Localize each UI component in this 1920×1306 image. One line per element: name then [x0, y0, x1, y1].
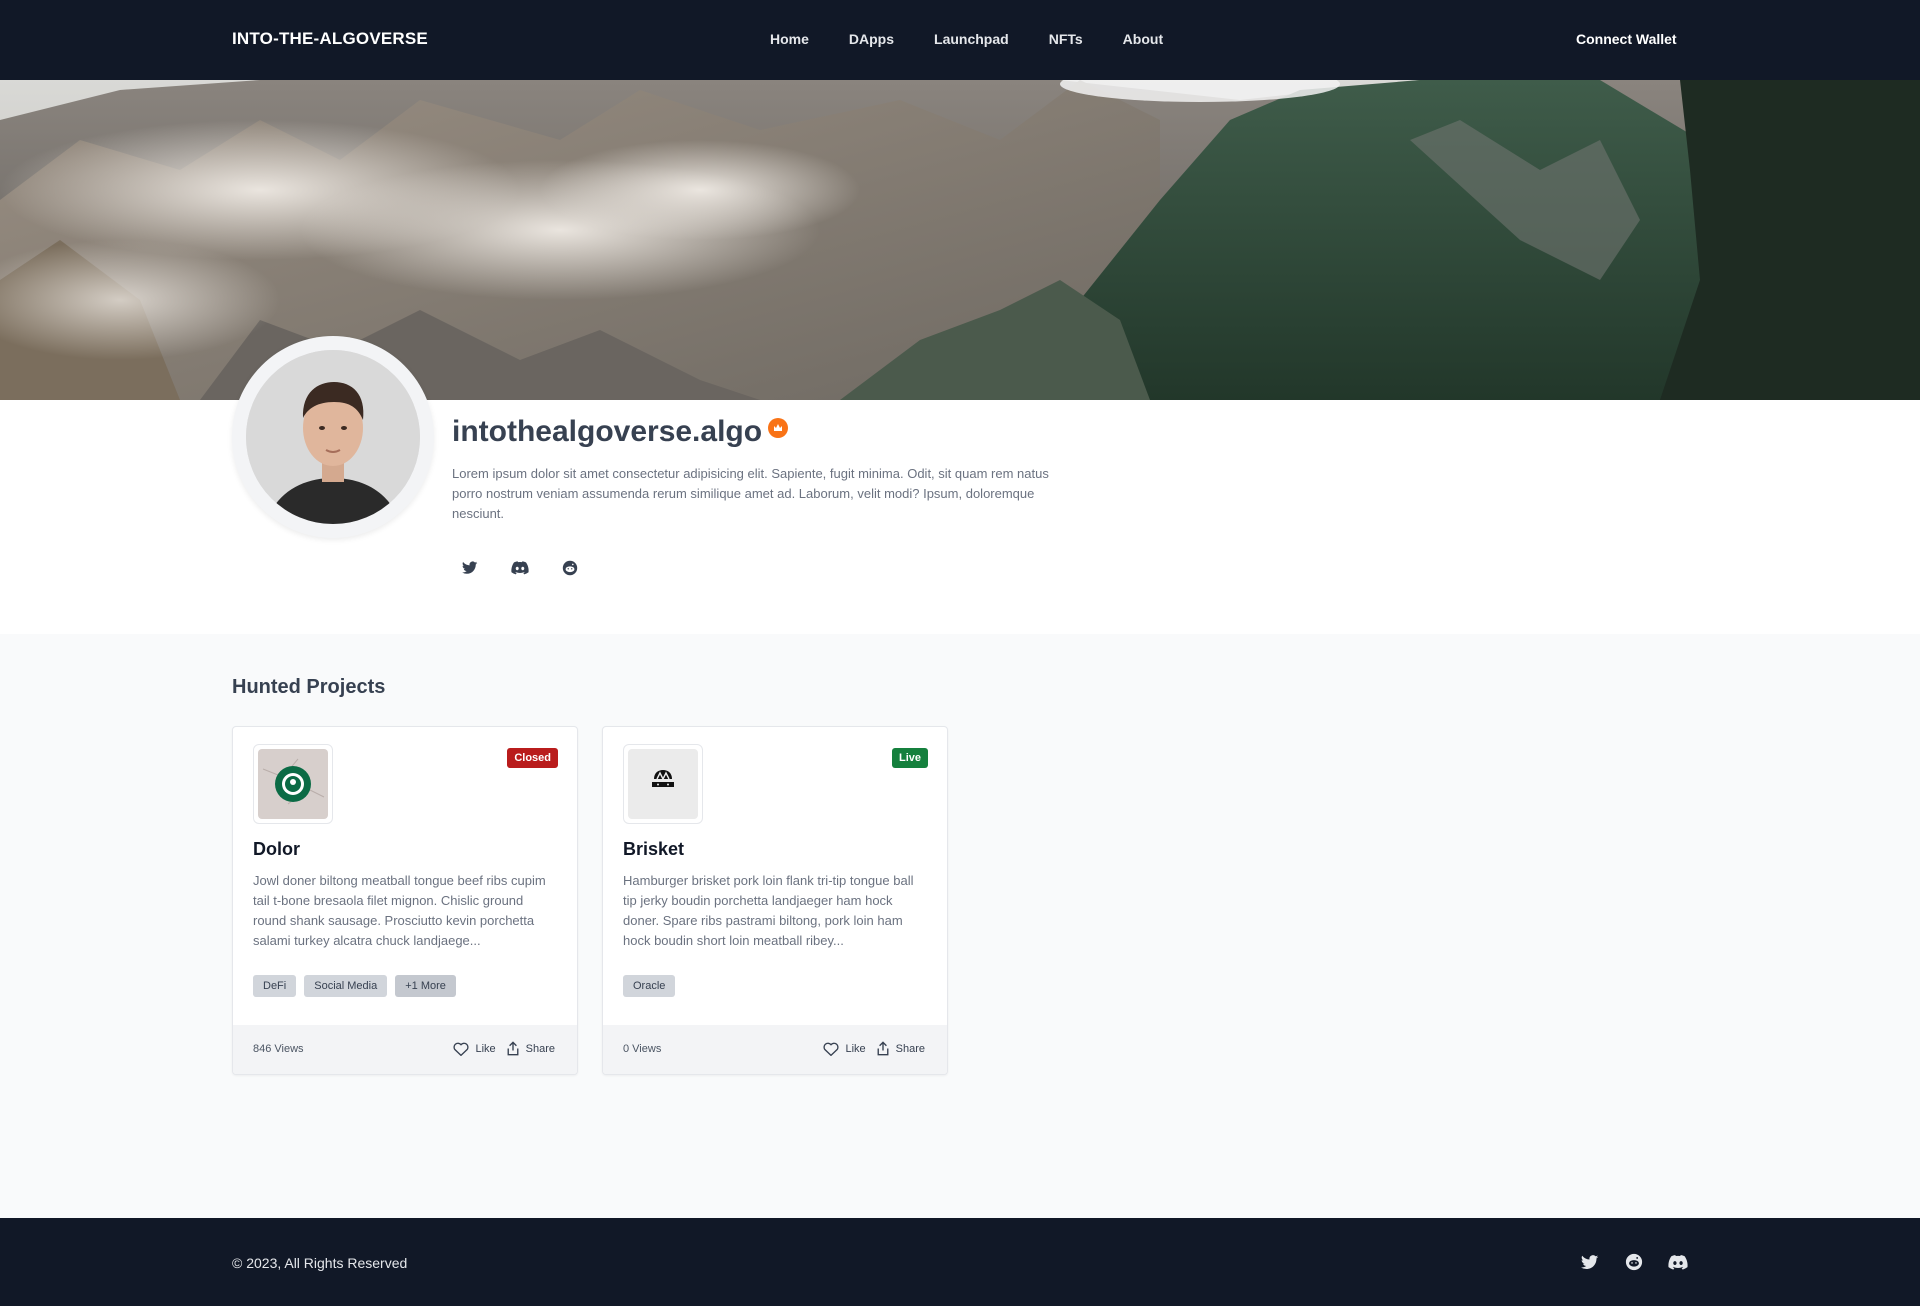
project-card[interactable]: Live Brisket Hamburger brisket pork loin… — [602, 726, 948, 1075]
top-navbar: INTO-THE-ALGOVERSE Home DApps Launchpad … — [0, 0, 1920, 80]
project-description: Hamburger brisket pork loin flank tri-ti… — [623, 873, 914, 948]
project-title[interactable]: Dolor — [253, 839, 300, 860]
like-label: Like — [475, 1042, 496, 1055]
project-tags: Oracle — [623, 975, 676, 997]
reddit-icon[interactable] — [1624, 1252, 1644, 1272]
share-label: Share — [525, 1042, 555, 1055]
nav-link-dapps[interactable]: DApps — [849, 31, 894, 47]
verified-badge-icon — [768, 418, 788, 438]
section-title-hunted-projects: Hunted Projects — [232, 676, 386, 698]
share-button[interactable]: Share — [876, 1041, 925, 1056]
more-tags-button[interactable]: +1 More — [395, 975, 456, 997]
avatar-frame — [232, 336, 434, 538]
project-description: Jowl doner biltong meatball tongue beef … — [253, 873, 546, 948]
profile-bio: Lorem ipsum dolor sit amet consectetur a… — [452, 466, 1049, 521]
share-icon — [507, 1041, 519, 1056]
like-label: Like — [845, 1042, 866, 1055]
tag: Oracle — [623, 975, 676, 997]
share-button[interactable]: Share — [506, 1041, 555, 1056]
view-count: 0 Views — [623, 1043, 662, 1055]
status-badge: Closed — [507, 748, 558, 768]
like-button[interactable]: Like — [823, 1042, 866, 1056]
nav-link-about[interactable]: About — [1123, 31, 1163, 47]
connect-wallet-button[interactable]: Connect Wallet — [1576, 31, 1677, 47]
reddit-icon[interactable] — [560, 558, 580, 578]
share-icon — [877, 1041, 889, 1056]
nav-link-nfts[interactable]: NFTs — [1049, 31, 1083, 47]
heart-icon — [453, 1042, 470, 1056]
site-footer: © 2023, All Rights Reserved — [0, 1218, 1920, 1306]
profile-username: intothealgoverse.algo — [452, 415, 763, 448]
tag: Social Media — [304, 975, 388, 997]
project-logo — [623, 744, 703, 824]
project-logo — [253, 744, 333, 824]
nav-link-home[interactable]: Home — [770, 31, 809, 47]
starbucks-logo-icon — [258, 749, 328, 819]
discord-icon[interactable] — [510, 558, 530, 578]
footer-social-links — [1580, 1252, 1688, 1272]
like-button[interactable]: Like — [453, 1042, 496, 1056]
avatar — [246, 350, 420, 524]
share-label: Share — [895, 1042, 925, 1055]
nav-link-launchpad[interactable]: Launchpad — [934, 31, 1009, 47]
twitter-icon[interactable] — [1580, 1252, 1600, 1272]
project-tags: DeFi Social Media +1 More — [253, 975, 456, 997]
nav-links: Home DApps Launchpad NFTs About — [770, 31, 1163, 47]
profile-social-links — [460, 558, 580, 578]
twitter-icon[interactable] — [460, 558, 480, 578]
view-count: 846 Views — [253, 1043, 304, 1055]
heart-icon — [823, 1042, 840, 1056]
copyright-text: © 2023, All Rights Reserved — [232, 1255, 408, 1271]
card-footer: 0 Views Like Share — [603, 1025, 947, 1074]
avatar-portrait — [246, 350, 420, 524]
project-card[interactable]: Closed Dolor Jowl doner biltong meatball… — [232, 726, 578, 1075]
brand-logo[interactable]: INTO-THE-ALGOVERSE — [232, 29, 428, 49]
discord-icon[interactable] — [1668, 1252, 1688, 1272]
adidas-logo-icon — [628, 749, 698, 819]
card-footer: 846 Views Like Share — [233, 1025, 577, 1074]
status-badge: Live — [891, 748, 928, 768]
tag: DeFi — [253, 975, 297, 997]
project-title[interactable]: Brisket — [623, 839, 684, 860]
